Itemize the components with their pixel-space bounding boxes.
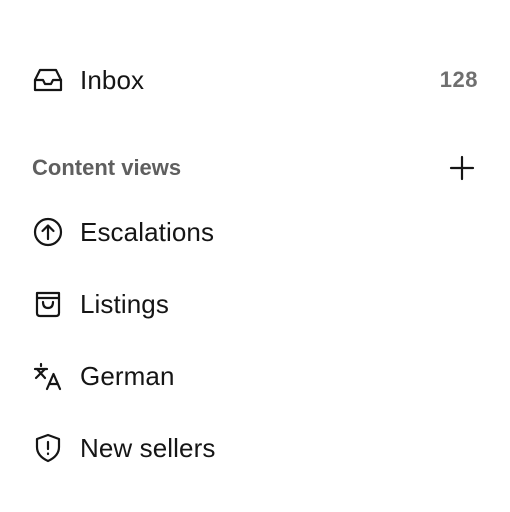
sidebar-item-escalations[interactable]: Escalations [32,212,478,252]
sidebar: Inbox 128 Content views Escalations List… [0,0,510,512]
sidebar-item-german[interactable]: German [32,356,478,396]
add-content-view-button[interactable] [446,152,478,184]
sidebar-item-label: Escalations [80,217,215,247]
plus-icon [449,155,475,181]
inbox-tray-icon [32,64,64,96]
content-views-header: Content views [32,148,478,188]
sidebar-item-label: Listings [80,289,169,319]
inbox-count-badge: 128 [439,67,478,92]
inbox-label: Inbox [80,65,145,95]
shield-alert-icon [32,432,64,464]
content-views-title: Content views [32,155,182,180]
sidebar-item-inbox[interactable]: Inbox 128 [32,60,478,100]
sidebar-item-listings[interactable]: Listings [32,284,478,324]
shopping-bag-icon [32,288,64,320]
sidebar-item-label: German [80,361,175,391]
translate-icon [32,360,64,392]
sidebar-item-new-sellers[interactable]: New sellers [32,428,478,468]
sidebar-item-label: New sellers [80,433,216,463]
arrow-up-circle-icon [32,216,64,248]
